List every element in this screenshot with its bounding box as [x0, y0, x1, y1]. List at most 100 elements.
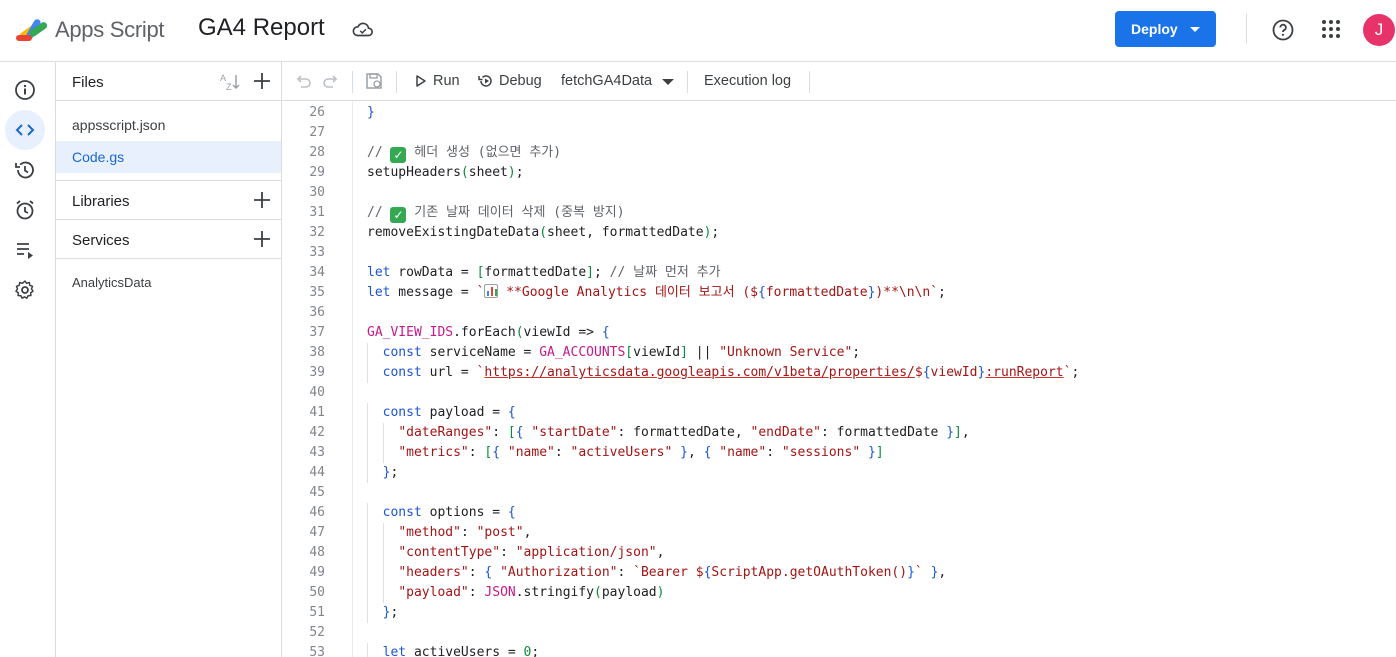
line-number: 50	[309, 585, 325, 600]
line-number: 30	[309, 185, 325, 200]
code-line[interactable]: 48 "contentType": "application/json",	[282, 543, 1396, 563]
divider	[396, 71, 397, 93]
save-icon[interactable]	[364, 71, 384, 91]
line-code: const serviceName = GA_ACCOUNTS[viewId] …	[382, 345, 861, 360]
code-line[interactable]: 52	[282, 623, 1396, 643]
code-line[interactable]: 26}	[282, 103, 1396, 123]
svg-text:Z: Z	[226, 82, 232, 92]
line-code: removeExistingDateData(sheet, formattedD…	[367, 225, 720, 240]
redo-icon[interactable]	[322, 72, 340, 90]
services-header: Services	[56, 220, 282, 259]
play-icon[interactable]	[414, 74, 428, 88]
line-number: 44	[309, 465, 325, 480]
rail-editor[interactable]	[5, 110, 45, 150]
add-service-icon[interactable]	[252, 229, 272, 249]
line-number: 38	[309, 345, 325, 360]
files-title: Files	[72, 74, 104, 91]
rail-triggers[interactable]	[5, 190, 45, 230]
line-number: 31	[309, 205, 325, 220]
code-line[interactable]: 49 "headers": { "Authorization": `Bearer…	[282, 563, 1396, 583]
code-line[interactable]: 43 "metrics": [{ "name": "activeUsers" }…	[282, 443, 1396, 463]
execution-log-button[interactable]: Execution log	[704, 73, 791, 89]
run-button[interactable]: Run	[433, 73, 460, 89]
code-line[interactable]: 37 GA_VIEW_IDS.forEach(viewId => {	[282, 323, 1396, 343]
code-line[interactable]: 31 // ✓ 기존 날짜 데이터 삭제 (중복 방지)	[282, 203, 1396, 223]
line-number: 36	[309, 305, 325, 320]
code-line[interactable]: 28 // ✓ 헤더 생성 (없으면 추가)	[282, 143, 1396, 163]
indent-guide	[382, 543, 384, 563]
sort-az-icon[interactable]: A Z	[219, 72, 241, 92]
line-code: setupHeaders(sheet);	[367, 165, 524, 180]
indent-guide	[367, 563, 368, 583]
chevron-down-icon[interactable]	[662, 79, 674, 85]
file-name: Code.gs	[72, 149, 125, 165]
line-code: }	[367, 105, 375, 120]
code-editor[interactable]: 26} 27 28 // ✓ 헤더 생성 (없으면 추가) 29 setupHeaders…	[282, 101, 1396, 657]
rail-overview[interactable]	[5, 70, 45, 110]
chevron-down-icon[interactable]	[1190, 27, 1200, 32]
code-line[interactable]: 46 const options = {	[282, 503, 1396, 523]
add-file-icon[interactable]	[252, 71, 272, 91]
code-line[interactable]: 34 let rowData = [formattedDate]; // 날짜 먼…	[282, 263, 1396, 283]
line-code: };	[382, 605, 399, 620]
rail-executions[interactable]	[5, 230, 45, 270]
line-code: // ✓ 기존 날짜 데이터 삭제 (중복 방지)	[367, 205, 625, 223]
apps-script-logo[interactable]	[16, 14, 50, 44]
app-name[interactable]: Apps Script	[55, 17, 165, 43]
code-line[interactable]: 38 const serviceName = GA_ACCOUNTS[viewI…	[282, 343, 1396, 363]
code-line[interactable]: 32 removeExistingDateData(sheet, formatte…	[282, 223, 1396, 243]
indent-guide	[367, 363, 368, 383]
divider	[809, 71, 810, 93]
project-title[interactable]: GA4 Report	[198, 14, 325, 42]
apps-grid-icon[interactable]	[1321, 19, 1341, 39]
line-number: 29	[309, 165, 325, 180]
line-code: let activeUsers = 0;	[382, 645, 540, 657]
debug-button[interactable]: Debug	[499, 73, 542, 89]
indent-guide	[367, 543, 368, 563]
line-number: 46	[309, 505, 325, 520]
line-number: 35	[309, 285, 325, 300]
indent-guide	[367, 443, 368, 463]
cloud-saved-icon	[352, 22, 373, 37]
code-line[interactable]: 51 };	[282, 603, 1396, 623]
code-line[interactable]: 40	[282, 383, 1396, 403]
history-icon	[15, 161, 34, 179]
line-number: 32	[309, 225, 325, 240]
file-item-code[interactable]: Code.gs	[56, 141, 281, 173]
deploy-button[interactable]: Deploy	[1115, 11, 1216, 47]
line-code: let message = ` **Google Analytics 데이터 보…	[367, 284, 946, 300]
undo-icon[interactable]	[294, 72, 312, 90]
services-title: Services	[72, 232, 130, 249]
code-line[interactable]: 29 setupHeaders(sheet);	[282, 163, 1396, 183]
file-item-appsscript[interactable]: appsscript.json	[56, 109, 281, 141]
line-number: 26	[309, 105, 325, 120]
code-line[interactable]: 36	[282, 303, 1396, 323]
code-line[interactable]: 39 const url = `https://analyticsdata.go…	[282, 363, 1396, 383]
line-number: 28	[309, 145, 325, 160]
debug-icon[interactable]	[477, 72, 495, 90]
code-line[interactable]: 53 let activeUsers = 0;	[282, 643, 1396, 657]
code-line[interactable]: 45	[282, 483, 1396, 503]
files-header: Files A Z	[56, 62, 282, 101]
add-library-icon[interactable]	[252, 190, 272, 210]
code-line[interactable]: 30	[282, 183, 1396, 203]
account-avatar[interactable]: J	[1363, 14, 1395, 46]
code-line[interactable]: 35 let message = ` **Google Analytics 데이터…	[282, 283, 1396, 303]
code-line[interactable]: 33	[282, 243, 1396, 263]
code-line[interactable]: 41 const payload = {	[282, 403, 1396, 423]
top-app-bar: Apps Script GA4 Report Deploy J	[0, 0, 1396, 62]
code-line[interactable]: 47 "method": "post",	[282, 523, 1396, 543]
code-line[interactable]: 50 "payload": JSON.stringify(payload)	[282, 583, 1396, 603]
rail-settings[interactable]	[5, 270, 45, 310]
line-number: 40	[309, 385, 325, 400]
help-icon[interactable]	[1271, 18, 1295, 42]
function-select[interactable]: fetchGA4Data	[561, 73, 652, 89]
code-line[interactable]: 27	[282, 123, 1396, 143]
code-line[interactable]: 42 "dateRanges": [{ "startDate": formatt…	[282, 423, 1396, 443]
rail-history[interactable]	[5, 150, 45, 190]
line-number: 41	[309, 405, 325, 420]
divider	[1246, 14, 1247, 44]
service-item-analyticsdata[interactable]: AnalyticsData	[72, 275, 151, 290]
code-line[interactable]: 44 };	[282, 463, 1396, 483]
line-number: 45	[309, 485, 325, 500]
